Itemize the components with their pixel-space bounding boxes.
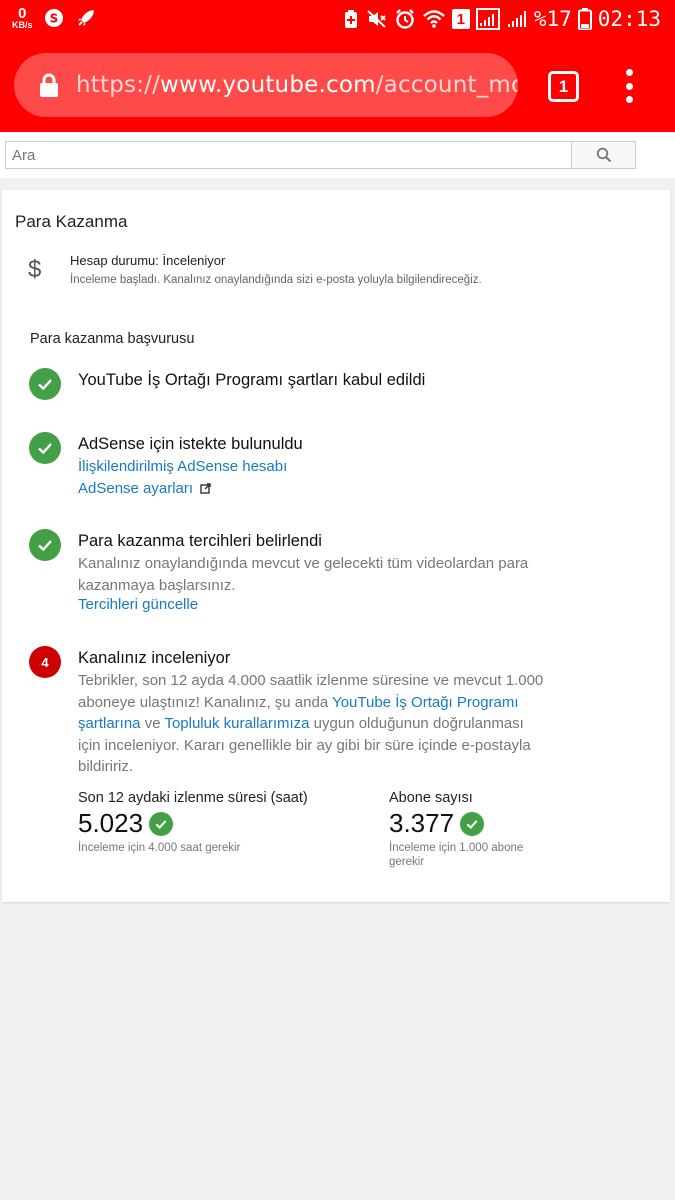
page-title: Para Kazanma: [15, 212, 128, 231]
monetization-card: Para Kazanma $ Hesap durumu: İnceleniyor…: [2, 190, 670, 902]
search-icon: [596, 147, 611, 163]
metric-label: Son 12 aydaki izlenme süresi (saat): [78, 790, 308, 806]
metric-value: 5.023: [78, 808, 144, 838]
search-input[interactable]: [5, 141, 572, 169]
signal-strength-icon: [506, 9, 528, 29]
subscriber-metric: Abone sayısı 3.377 İnceleme için 1.000 a…: [389, 790, 559, 869]
wifi-icon: [422, 9, 446, 29]
account-status: Hesap durumu: İnceleniyor: [70, 253, 226, 268]
step-description: Kanalınız onaylandığında mevcut ve gelec…: [78, 555, 529, 594]
clock: 02:13: [597, 7, 661, 31]
mute-icon: [366, 9, 388, 29]
search-button[interactable]: [571, 141, 636, 169]
metric-hint: İnceleme için 1.000 abone gerekir: [389, 842, 524, 868]
sim-badge-label: 1: [456, 10, 466, 28]
menu-dot-icon: [625, 82, 633, 90]
step-title: YouTube İş Ortağı Programı şartları kabu…: [78, 371, 426, 389]
browser-toolbar: https://www.youtube.com/account_monet 1: [0, 40, 675, 132]
status-bar: 0 KB/s S 1 %17 02:13: [0, 0, 675, 40]
signal-icon: [475, 8, 500, 30]
url-path: /account_monet: [375, 72, 518, 98]
battery-icon: [577, 8, 592, 30]
step-title: AdSense için istekte bulunuldu: [78, 435, 303, 453]
metric-value: 3.377: [389, 808, 455, 838]
rocket-icon: [75, 7, 97, 29]
check-circle-icon: [149, 811, 174, 836]
tab-count: 1: [558, 76, 569, 96]
url-text[interactable]: https://www.youtube.com/account_monet: [76, 72, 518, 98]
linked-adsense-account-link[interactable]: İlişkilendirilmiş AdSense hesabı: [78, 458, 287, 475]
account-status-description: İnceleme başladı. Kanalınız onaylandığın…: [70, 274, 482, 286]
community-guidelines-link[interactable]: Topluluk kurallarımıza: [164, 715, 309, 732]
check-circle-icon: [29, 432, 61, 464]
metric-value-row: 3.377: [389, 808, 559, 839]
step-description: Tebrikler, son 12 ayda 4.000 saatlik izl…: [78, 670, 548, 778]
check-circle-icon: [29, 529, 61, 561]
data-speed-indicator: 0 KB/s: [12, 6, 33, 30]
sim-badge-icon: 1: [451, 9, 470, 29]
external-link-icon: [200, 483, 211, 494]
adsense-settings-link[interactable]: AdSense ayarları: [78, 480, 211, 497]
browser-menu-button[interactable]: [618, 69, 640, 103]
metric-hint: İnceleme için 4.000 saat gerekir: [78, 842, 241, 854]
adsense-settings-label: AdSense ayarları: [78, 480, 194, 497]
url-scheme: https://: [76, 72, 161, 98]
update-preferences-link[interactable]: Tercihleri güncelle: [78, 596, 198, 613]
svg-text:S: S: [49, 12, 58, 26]
data-speed-unit: KB/s: [12, 20, 33, 30]
alarm-icon: [394, 8, 416, 30]
watch-time-metric: Son 12 aydaki izlenme süresi (saat) 5.02…: [78, 790, 308, 855]
metric-value-row: 5.023: [78, 808, 308, 839]
menu-dot-icon: [625, 69, 633, 76]
metric-label: Abone sayısı: [389, 790, 473, 806]
dollar-icon: $: [28, 256, 42, 283]
search-row: [0, 132, 675, 178]
battery-saver-icon: [342, 9, 360, 29]
step-title: Para kazanma tercihleri belirlendi: [78, 532, 322, 550]
data-speed-value: 0: [18, 5, 27, 22]
tab-switcher-button[interactable]: 1: [548, 71, 579, 102]
step-title: Kanalınız inceleniyor: [78, 649, 231, 667]
app-notification-icon: S: [43, 7, 65, 29]
desc-text: ve: [140, 715, 165, 732]
section-title: Para kazanma başvurusu: [30, 331, 195, 347]
battery-percent: %17: [533, 7, 572, 31]
url-bar[interactable]: https://www.youtube.com/account_monet: [14, 53, 518, 117]
menu-dot-icon: [625, 96, 633, 103]
lock-icon: [40, 73, 58, 97]
check-circle-icon: [460, 811, 485, 836]
url-domain: www.youtube.com: [160, 72, 376, 98]
step-number-badge: 4: [29, 646, 61, 678]
check-circle-icon: [29, 368, 61, 400]
